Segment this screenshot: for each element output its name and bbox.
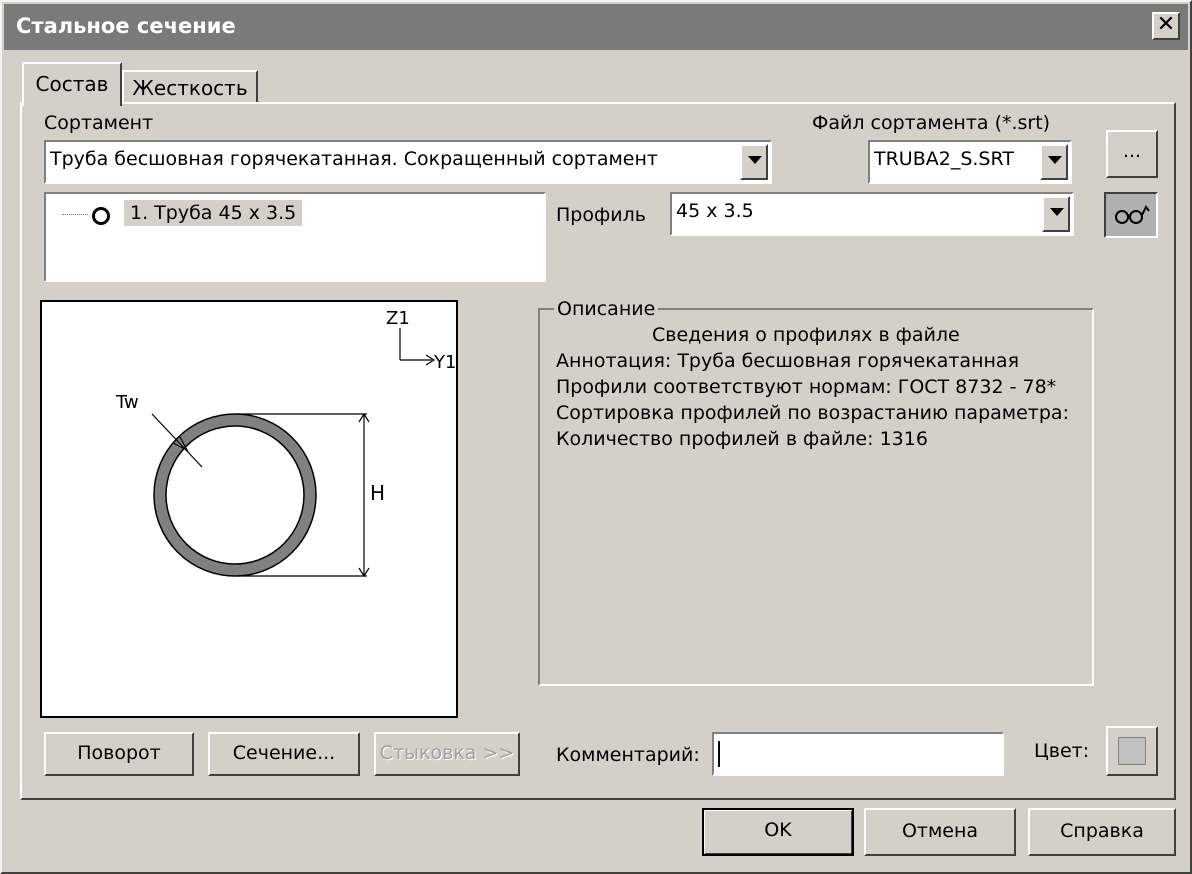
description-line: Профили соответствуют нормам: ГОСТ 8732 … — [556, 376, 1057, 398]
comment-input[interactable] — [712, 732, 1004, 776]
chevron-down-icon[interactable] — [1042, 196, 1070, 232]
color-button[interactable] — [1106, 726, 1158, 776]
comment-label: Комментарий: — [556, 744, 700, 766]
description-line: Сортировка профилей по возрастанию парам… — [556, 402, 1069, 424]
section-preview: Z1 Y1 H Tw — [40, 300, 458, 718]
description-line: Количество профилей в файле: 1316 — [556, 428, 928, 450]
profile-label: Профиль — [556, 204, 646, 226]
ok-button[interactable]: OK — [702, 808, 854, 856]
profile-select[interactable]: 45 x 3.5 — [670, 192, 1074, 236]
close-icon: ✕ — [1156, 12, 1176, 37]
description-header: Сведения о профилях в файле — [652, 324, 960, 346]
section-button[interactable]: Сечение... — [208, 732, 360, 776]
description-line: Аннотация: Труба бесшовная горячекатанна… — [556, 350, 1019, 372]
circle-icon — [92, 207, 110, 225]
tab-sostav[interactable]: Состав — [22, 62, 122, 106]
axis-y-label: Y1 — [433, 352, 456, 373]
tree-connector — [62, 214, 88, 215]
file-label: Файл сортамента (*.srt) — [812, 112, 1051, 134]
file-select[interactable]: TRUBA2_S.SRT — [868, 140, 1072, 184]
tree-item[interactable]: 1. Труба 45 x 3.5 — [62, 200, 322, 230]
sortament-select[interactable]: Труба бесшовная горячекатанная. Сокращен… — [44, 140, 772, 184]
chevron-down-icon[interactable] — [1040, 144, 1068, 180]
glasses-icon — [1115, 205, 1150, 224]
close-button[interactable]: ✕ — [1152, 12, 1180, 40]
tab-zhestkost[interactable]: Жесткость — [122, 70, 258, 104]
axis-z-label: Z1 — [386, 308, 410, 329]
color-swatch — [1118, 737, 1146, 765]
join-button[interactable]: Стыковка >> — [374, 732, 520, 776]
description-legend: Описание — [554, 298, 659, 320]
color-label: Цвет: — [1034, 740, 1090, 762]
cancel-button[interactable]: Отмена — [864, 808, 1016, 856]
sortament-label: Сортамент — [44, 112, 154, 134]
help-button[interactable]: Справка — [1028, 808, 1176, 856]
axes-icon — [399, 328, 436, 366]
view-button[interactable] — [1104, 192, 1158, 238]
h-label: H — [370, 481, 385, 505]
browse-button[interactable]: ... — [1106, 130, 1158, 178]
profile-tree[interactable]: 1. Труба 45 x 3.5 — [44, 192, 546, 282]
pipe-inner-edge — [165, 425, 305, 565]
rotate-button[interactable]: Поворот — [44, 732, 194, 776]
tw-leader — [151, 413, 203, 468]
tw-label: Tw — [115, 392, 139, 413]
title-bar[interactable]: Стальное сечение ✕ — [4, 4, 1188, 50]
profile-value: 45 x 3.5 — [676, 200, 754, 222]
sortament-value: Труба бесшовная горячекатанная. Сокращен… — [50, 148, 658, 170]
file-value: TRUBA2_S.SRT — [874, 148, 1014, 170]
window-title: Стальное сечение — [16, 14, 236, 38]
chevron-down-icon[interactable] — [740, 144, 768, 180]
section-drawing: Z1 Y1 H Tw — [115, 308, 456, 578]
text-caret — [718, 741, 720, 767]
dialog-window: Стальное сечение ✕ Состав Жесткость Сорт… — [0, 0, 1192, 874]
tree-item-label: 1. Труба 45 x 3.5 — [124, 200, 303, 226]
